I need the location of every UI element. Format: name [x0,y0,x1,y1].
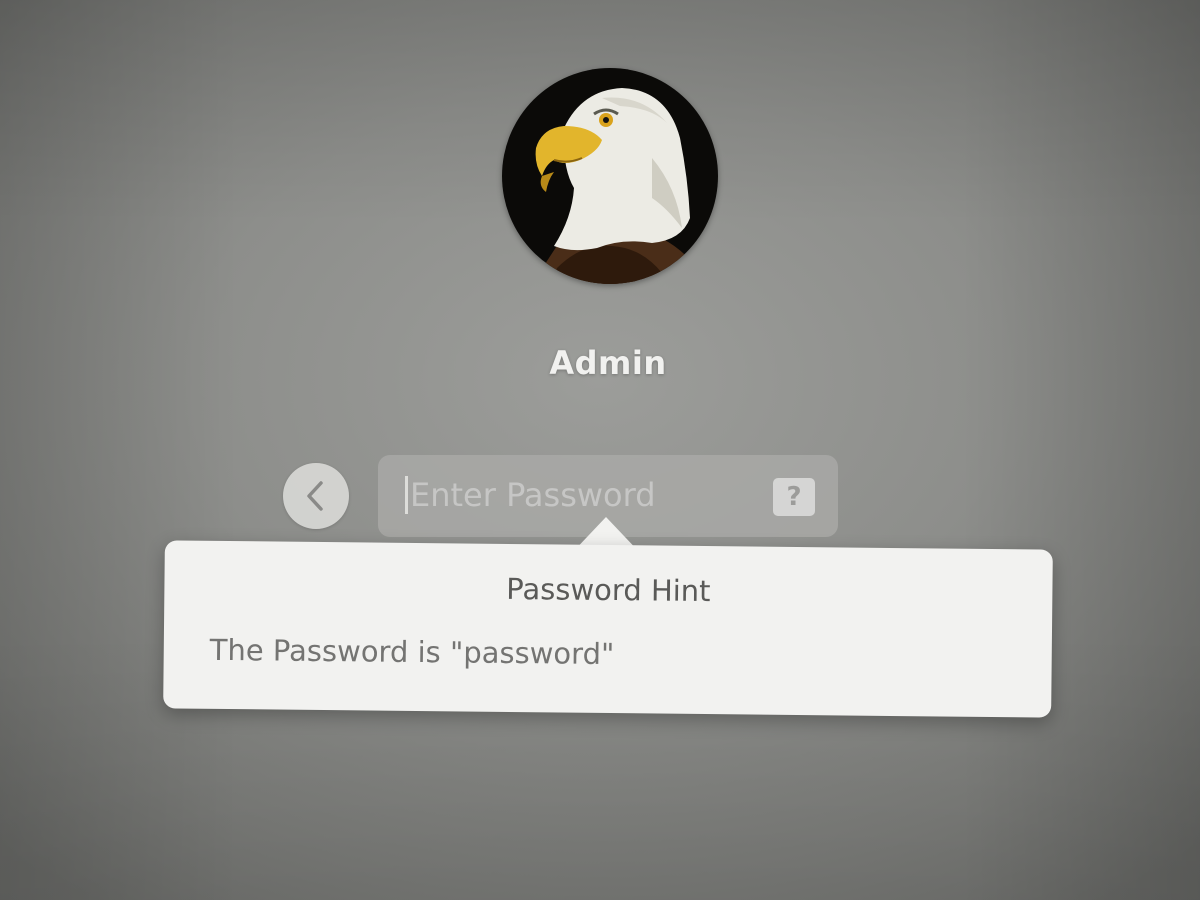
user-avatar[interactable] [502,68,718,284]
hint-text: The Password is "password" [209,632,615,672]
chevron-left-icon [307,481,323,511]
text-cursor [405,476,408,514]
username-label: Admin [549,344,667,382]
bald-eagle-avatar-icon [502,68,718,284]
password-input[interactable] [410,468,760,522]
password-hint-popover: Password Hint The Password is "password" [163,540,1053,718]
hint-title: Password Hint [506,571,711,609]
password-hint-button[interactable]: ? [773,478,815,516]
back-button[interactable] [283,463,349,529]
